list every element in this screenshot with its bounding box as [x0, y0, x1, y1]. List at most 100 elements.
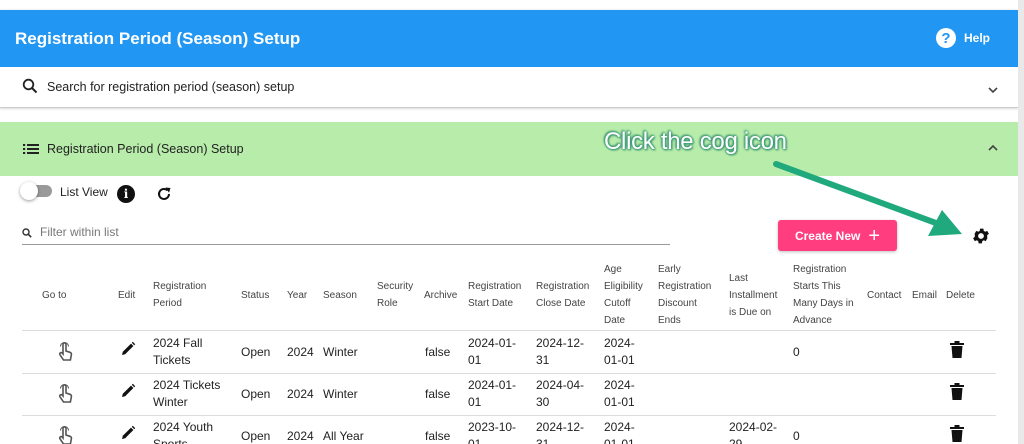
- pointer-hand-icon[interactable]: [57, 384, 73, 409]
- app-header: Registration Period (Season) Setup ? Hel…: [0, 10, 1018, 67]
- cell-age-eligibility: 2024- 01-01: [604, 335, 635, 369]
- trash-icon[interactable]: [950, 383, 964, 405]
- help-label: Help: [964, 31, 991, 45]
- cell-line: 2024 Youth: [153, 420, 214, 434]
- search-panel-label: Search for registration period (season) …: [47, 80, 295, 94]
- chevron-down-icon[interactable]: [985, 82, 1001, 98]
- cell-line: 2024-04-: [536, 378, 585, 392]
- help-button[interactable]: ? Help: [936, 28, 990, 48]
- cell-line: 01-01: [604, 353, 635, 367]
- cell-registration-period: 2024 Fall Tickets: [153, 335, 202, 369]
- col-delete: Delete: [946, 290, 975, 301]
- filter-field[interactable]: [22, 223, 670, 245]
- cell-line: 2024-12-: [536, 420, 585, 434]
- cell-age-eligibility: 2024- 01-01: [604, 419, 635, 444]
- cell-line: 30: [536, 395, 550, 409]
- cell-start-date: 2024-01- 01: [468, 335, 516, 369]
- col-text: Security: [377, 281, 414, 292]
- cell-registration-period: 2024 Youth Sports: [153, 419, 213, 444]
- col-text: Close Date: [536, 298, 586, 309]
- cell-season: Winter: [323, 345, 358, 359]
- cell-last-installment: 2024-02- 29: [729, 419, 777, 444]
- cell-close-date: 2024-12- 31: [536, 419, 584, 444]
- col-text: Age: [604, 264, 622, 275]
- col-text: Eligibility: [604, 281, 643, 292]
- col-goto: Go to: [42, 290, 67, 301]
- edit-pencil-icon[interactable]: [120, 383, 136, 404]
- cell-year: 2024: [287, 387, 314, 401]
- create-new-button[interactable]: Create New +: [778, 220, 897, 251]
- scrollbar-track[interactable]: [1018, 0, 1024, 444]
- col-archive: Archive: [424, 290, 458, 301]
- cell-line: Winter: [153, 395, 188, 409]
- cell-starts-days: 0: [793, 429, 800, 443]
- cell-close-date: 2024-04- 30: [536, 377, 584, 411]
- help-icon: ?: [936, 28, 956, 48]
- trash-icon[interactable]: [950, 341, 964, 363]
- col-text: Installment: [729, 290, 778, 301]
- col-text: Registration: [793, 264, 847, 275]
- list-view-label: List View: [60, 185, 108, 199]
- cell-line: 2024 Fall: [153, 336, 203, 350]
- cell-line: Tickets: [153, 353, 191, 367]
- col-year: Year: [287, 290, 308, 301]
- col-text: Many Days in: [793, 298, 854, 309]
- info-icon[interactable]: i: [117, 185, 135, 203]
- cell-archive: false: [425, 345, 451, 359]
- cell-line: 01: [468, 395, 482, 409]
- col-last-installment: Last Installment is Due on: [729, 270, 777, 321]
- cell-close-date: 2024-12- 31: [536, 335, 584, 369]
- col-text: Registration: [153, 281, 207, 292]
- list-panel-header[interactable]: Registration Period (Season) Setup: [0, 122, 1018, 176]
- col-text: Registration: [468, 281, 522, 292]
- cell-line: 31: [536, 353, 550, 367]
- cell-year: 2024: [287, 345, 314, 359]
- search-icon: [22, 78, 38, 94]
- list-panel-label: Registration Period (Season) Setup: [47, 142, 244, 156]
- cell-season: All Year: [323, 429, 364, 443]
- cell-line: 2024-02-: [729, 420, 778, 434]
- cell-line: Sports: [153, 437, 188, 444]
- col-start-date: Registration Start Date: [468, 278, 521, 312]
- filter-search-icon: [22, 228, 32, 238]
- cell-starts-days: 0: [793, 345, 800, 359]
- cell-status: Open: [241, 387, 271, 401]
- cell-line: 29: [729, 437, 743, 444]
- list-view-toggle[interactable]: [20, 182, 52, 200]
- cell-line: 01-01: [604, 395, 635, 409]
- list-icon: [23, 144, 39, 154]
- col-email: Email: [912, 290, 938, 301]
- cell-line: 31: [536, 437, 550, 444]
- edit-pencil-icon[interactable]: [120, 425, 136, 444]
- col-starts-days: Registration Starts This Many Days in Ad…: [793, 261, 854, 329]
- cell-line: 2024-: [604, 378, 635, 392]
- cell-archive: false: [425, 429, 451, 443]
- search-panel-header[interactable]: Search for registration period (season) …: [0, 67, 1018, 108]
- cell-line: 2024-01-: [468, 336, 517, 350]
- table-header-divider: [22, 330, 996, 331]
- col-text: Cutoff: [604, 298, 631, 309]
- cell-line: 01: [468, 437, 482, 444]
- refresh-icon[interactable]: [155, 185, 173, 203]
- filter-input[interactable]: [40, 225, 660, 239]
- cell-line: 2024-: [604, 420, 635, 434]
- trash-icon[interactable]: [950, 425, 964, 444]
- col-age-eligibility: Age Eligibility Cutoff Date: [604, 261, 643, 329]
- cell-line: 2024-12-: [536, 336, 585, 350]
- col-text: Early: [658, 264, 681, 275]
- col-text: Ends: [658, 315, 681, 326]
- cell-line: 01-01: [604, 437, 635, 444]
- gear-icon[interactable]: [971, 226, 991, 246]
- edit-pencil-icon[interactable]: [120, 341, 136, 362]
- pointer-hand-icon[interactable]: [57, 426, 73, 444]
- col-text: Period: [153, 298, 182, 309]
- cell-line: 01: [468, 353, 482, 367]
- cell-registration-period: 2024 Tickets Winter: [153, 377, 220, 411]
- col-registration-period: Registration Period: [153, 278, 206, 312]
- col-text: Discount: [658, 298, 697, 309]
- cell-start-date: 2023-10- 01: [468, 419, 516, 444]
- row-divider: [22, 415, 996, 416]
- col-text: Date: [604, 315, 626, 326]
- pointer-hand-icon[interactable]: [57, 342, 73, 367]
- chevron-up-icon[interactable]: [985, 140, 1001, 156]
